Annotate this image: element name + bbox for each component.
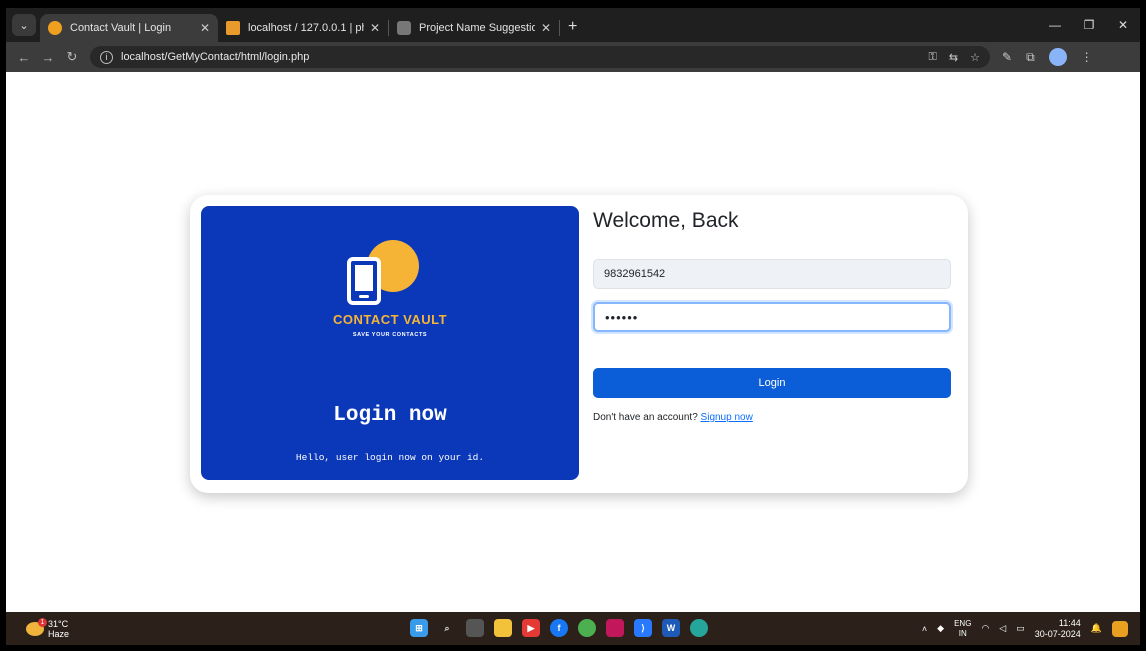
clock[interactable]: 11:44 30-07-2024 — [1035, 618, 1081, 640]
back-icon[interactable]: ← — [12, 50, 36, 65]
login-card: CONTACT VAULT SAVE YOUR CONTACTS Login n… — [190, 195, 968, 493]
close-window-icon[interactable]: ✕ — [1106, 18, 1140, 32]
start-icon[interactable]: ⊞ — [410, 619, 428, 637]
system-tray: ˄ ◆ ENG IN ◠ ◁ ▭ 11:44 30-07-2024 🔔 — [922, 612, 1128, 645]
facebook-icon[interactable]: f — [550, 619, 568, 637]
tab-strip: ⌄ Contact Vault | Login ✕ localhost / 12… — [6, 8, 1140, 42]
browser-toolbar: ← → ↻ i localhost/GetMyContact/html/logi… — [6, 42, 1140, 72]
browser-window: ⌄ Contact Vault | Login ✕ localhost / 12… — [6, 8, 1140, 645]
profile-avatar[interactable] — [1048, 48, 1067, 66]
tab-contact-vault[interactable]: Contact Vault | Login ✕ — [40, 14, 218, 42]
chevron-up-icon[interactable]: ˄ — [922, 624, 927, 634]
password-key-icon[interactable]: ⚿ — [929, 51, 937, 64]
eyedropper-icon[interactable]: ✎ — [1002, 50, 1012, 64]
reload-icon[interactable]: ↻ — [60, 49, 84, 65]
minimize-icon[interactable]: — — [1038, 18, 1072, 32]
tab-project-name[interactable]: Project Name Suggestion ✕ — [389, 14, 559, 42]
signup-prompt: Don't have an account? Signup now — [593, 412, 753, 423]
signup-prompt-text: Don't have an account? — [593, 412, 698, 423]
panel-message: Hello, user login now on your id. — [295, 452, 485, 463]
form-title: Welcome, Back — [593, 209, 739, 232]
clock-date: 30-07-2024 — [1034, 628, 1081, 639]
task-view-icon[interactable] — [466, 619, 484, 637]
phone-input[interactable]: 9832961542 — [593, 259, 951, 289]
brand-tagline: SAVE YOUR CONTACTS — [352, 332, 428, 338]
contact-vault-logo-icon — [347, 240, 437, 310]
close-icon[interactable]: ✕ — [541, 21, 551, 35]
browser-app-icon[interactable] — [690, 619, 708, 637]
site-info-icon[interactable]: i — [100, 50, 113, 64]
restore-icon[interactable]: ❐ — [1072, 18, 1106, 32]
tab-favicon-icon — [48, 21, 62, 35]
address-bar[interactable]: i localhost/GetMyContact/html/login.php … — [90, 46, 990, 68]
forward-icon[interactable]: → — [36, 50, 60, 65]
weather-icon — [26, 617, 47, 636]
tab-title: localhost / 127.0.0.1 | phpMyAd — [248, 22, 364, 34]
panel-heading: Login now — [333, 404, 447, 427]
brand-name: CONTACT VAULT — [332, 312, 448, 327]
weather-condition: Haze — [48, 628, 70, 639]
tab-search-button[interactable]: ⌄ — [12, 14, 36, 36]
weather-temperature: 31°C — [48, 618, 69, 629]
close-icon[interactable]: ✕ — [370, 21, 380, 35]
weather-widget[interactable]: 31°C Haze — [26, 617, 70, 639]
file-explorer-icon[interactable] — [494, 619, 512, 637]
youtube-icon[interactable]: ▶ — [522, 619, 540, 637]
phone-icon — [347, 257, 381, 305]
new-tab-icon[interactable]: + — [568, 18, 577, 36]
wifi-icon[interactable]: ◠ — [981, 623, 989, 634]
taskbar-apps: ⊞ ⌕ ▶ f ⟩ W — [410, 619, 708, 637]
login-form: Welcome, Back 9832961542 •••••• Login Do… — [588, 195, 954, 493]
page-content: CONTACT VAULT SAVE YOUR CONTACTS Login n… — [6, 72, 1140, 612]
vscode-icon[interactable]: ⟩ — [634, 619, 652, 637]
tab-title: Project Name Suggestion — [419, 22, 535, 34]
window-controls: — ❐ ✕ — [1038, 8, 1140, 42]
menu-kebab-icon[interactable]: ⋮ — [1081, 50, 1093, 64]
extensions-icon[interactable]: ⧉ — [1026, 50, 1035, 65]
clock-time: 11:44 — [1058, 617, 1081, 628]
tab-phpmyadmin[interactable]: localhost / 127.0.0.1 | phpMyAd ✕ — [218, 14, 388, 42]
app-icon[interactable] — [606, 619, 624, 637]
security-icon[interactable]: ◆ — [937, 623, 944, 634]
word-icon[interactable]: W — [662, 619, 680, 637]
copilot-icon[interactable] — [1112, 620, 1128, 637]
bookmark-star-icon[interactable]: ☆ — [970, 51, 980, 64]
password-input[interactable]: •••••• — [593, 302, 951, 332]
url-text: localhost/GetMyContact/html/login.php — [121, 51, 310, 63]
search-icon[interactable]: ⌕ — [438, 619, 456, 637]
tab-separator — [559, 20, 560, 36]
tab-title: Contact Vault | Login — [70, 22, 172, 34]
login-button[interactable]: Login — [593, 368, 951, 398]
close-icon[interactable]: ✕ — [200, 21, 210, 35]
battery-icon[interactable]: ▭ — [1016, 623, 1025, 634]
brand-panel: CONTACT VAULT SAVE YOUR CONTACTS Login n… — [201, 206, 579, 480]
chatgpt-icon — [397, 21, 411, 35]
region-code: IN — [958, 628, 967, 638]
notification-bell-icon[interactable]: 🔔 — [1091, 623, 1102, 634]
language-code: ENG — [954, 618, 972, 628]
signup-link[interactable]: Signup now — [701, 412, 753, 423]
chrome-icon[interactable] — [578, 619, 596, 637]
language-indicator[interactable]: ENG IN — [954, 619, 971, 639]
phpmyadmin-icon — [226, 21, 240, 35]
translate-icon[interactable]: ⇆ — [949, 51, 958, 64]
volume-icon[interactable]: ◁ — [999, 623, 1006, 634]
taskbar: 31°C Haze ⊞ ⌕ ▶ f ⟩ W ˄ ◆ ENG IN ◠ ◁ — [6, 612, 1140, 645]
